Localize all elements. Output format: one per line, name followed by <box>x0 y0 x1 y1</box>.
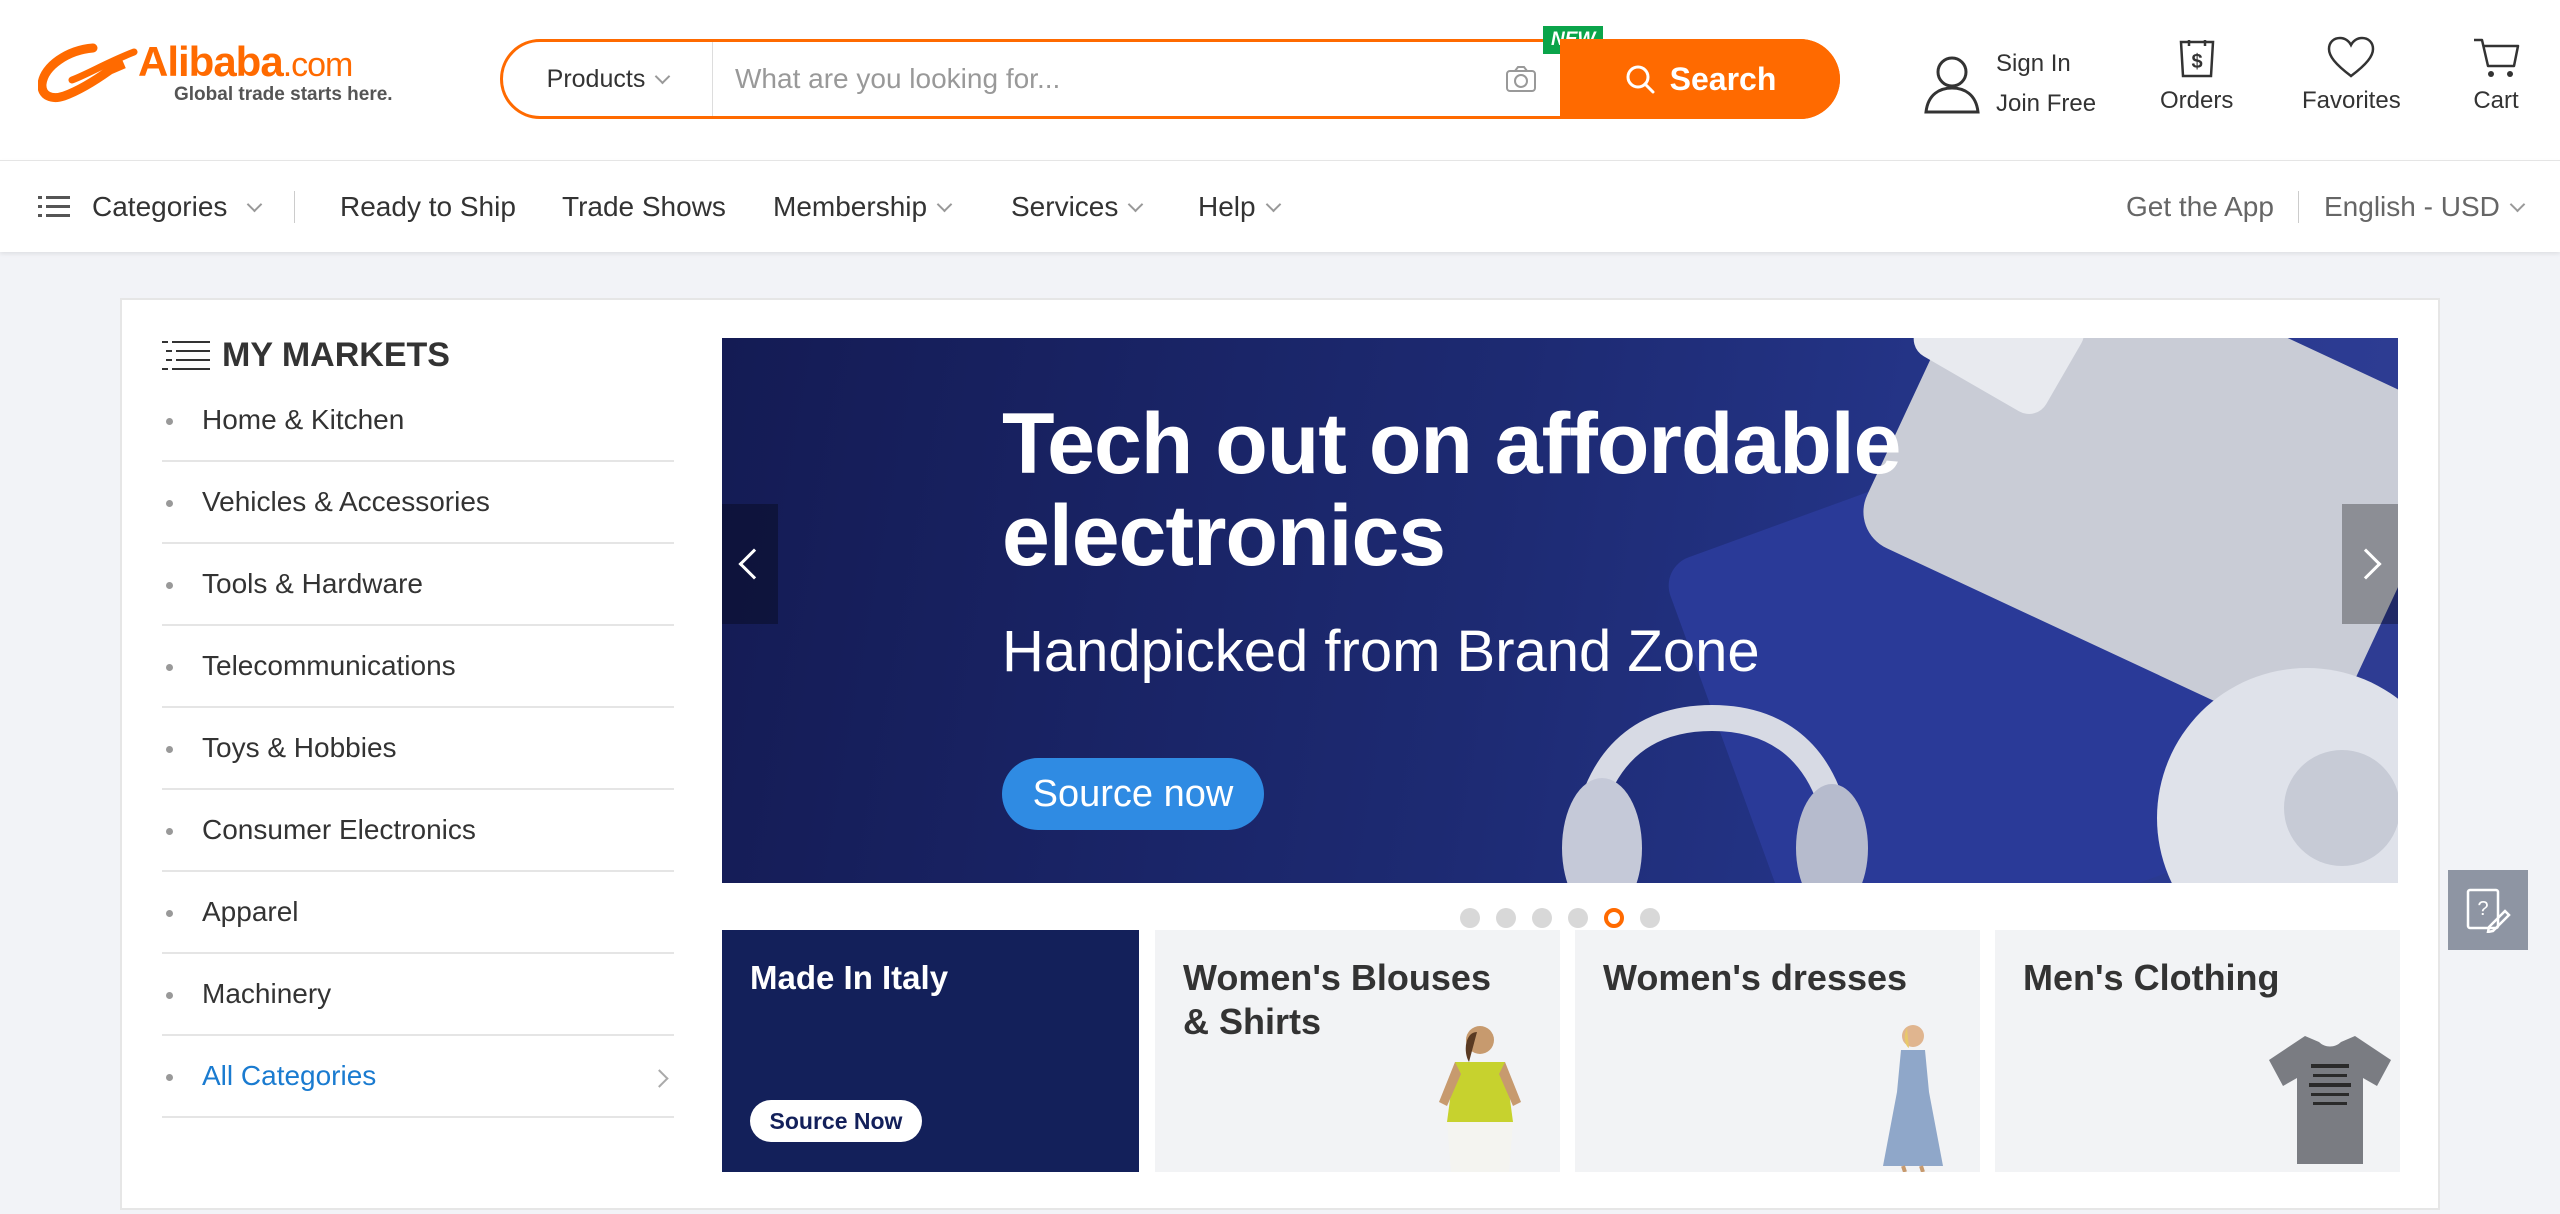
join-free-link[interactable]: Join Free <box>1996 84 2096 124</box>
alibaba-logo[interactable]: Alibaba.com Global trade starts here. <box>38 38 418 108</box>
chevron-down-icon <box>247 196 263 212</box>
market-list: Home & Kitchen Vehicles & Accessories To… <box>162 380 674 1118</box>
search-icon <box>1626 65 1655 94</box>
carousel-dot-4[interactable] <box>1568 908 1588 928</box>
cart-label: Cart <box>2473 87 2519 114</box>
favorites-label: Favorites <box>2302 87 2401 114</box>
banner-source-now-button[interactable]: Source now <box>1002 758 1264 830</box>
dress-product-image <box>1883 1025 1943 1172</box>
nav-trade-shows[interactable]: Trade Shows <box>562 191 726 223</box>
search-button[interactable]: Search <box>1560 39 1840 119</box>
carousel-pagination <box>1460 908 1660 928</box>
get-the-app-link[interactable]: Get the App <box>2126 191 2274 223</box>
tile-title: Made In Italy <box>750 959 949 996</box>
banner-title-line-2: electronics <box>1002 488 1446 584</box>
carousel-dot-5[interactable] <box>1604 908 1624 928</box>
carousel-dot-6[interactable] <box>1640 908 1660 928</box>
feedback-button[interactable]: ? <box>2448 870 2528 950</box>
market-home-kitchen[interactable]: Home & Kitchen <box>162 380 674 462</box>
logo-tagline: Global trade starts here. <box>174 84 393 105</box>
markets-card: MY MARKETS Home & Kitchen Vehicles & Acc… <box>120 298 2440 1210</box>
favorites-link[interactable]: Favorites <box>2302 36 2401 115</box>
all-categories-link[interactable]: All Categories <box>162 1036 674 1118</box>
list-icon <box>38 196 70 217</box>
chevron-down-icon <box>1128 196 1144 212</box>
nav-services[interactable]: Services <box>1011 191 1144 223</box>
carousel-dot-2[interactable] <box>1496 908 1516 928</box>
market-machinery[interactable]: Machinery <box>162 954 674 1036</box>
language-currency-selector[interactable]: English - USD <box>2324 191 2526 223</box>
heart-icon <box>2328 36 2375 78</box>
nav-membership[interactable]: Membership <box>773 191 953 223</box>
categories-label: Categories <box>92 191 228 222</box>
search-input[interactable] <box>715 42 1475 116</box>
chevron-down-icon <box>936 196 953 212</box>
cart-link[interactable]: Cart <box>2472 36 2520 115</box>
tile-title: Women's dresses <box>1603 957 1908 998</box>
blouse-product-image <box>1439 1026 1521 1172</box>
banner-subtitle: Handpicked from Brand Zone <box>1002 619 1760 684</box>
tile-mens-clothing[interactable]: Men's Clothing <box>1995 930 2400 1172</box>
search-category-label: Products <box>546 64 646 93</box>
main-nav: Categories Ready to Ship Trade Shows Mem… <box>0 160 2560 252</box>
search-button-label: Search <box>1669 60 1777 97</box>
nav-help[interactable]: Help <box>1198 191 1281 223</box>
market-consumer-electronics[interactable]: Consumer Electronics <box>162 790 674 872</box>
site-header: Alibaba.com Global trade starts here. Pr… <box>0 0 2560 160</box>
tile-source-now-button[interactable]: Source Now <box>750 1100 922 1142</box>
carousel-dot-1[interactable] <box>1460 908 1480 928</box>
alibaba-logo-icon <box>38 43 138 102</box>
orders-icon: $ <box>2179 40 2214 78</box>
camera-icon[interactable] <box>1505 64 1537 94</box>
orders-link[interactable]: $ Orders <box>2160 36 2233 115</box>
user-icon <box>1924 56 1980 114</box>
feedback-edit-icon: ? <box>2466 888 2511 933</box>
tshirt-product-image <box>2269 1036 2391 1164</box>
banner-title-line-1: Tech out on affordable <box>1002 396 1902 492</box>
chevron-left-icon <box>738 548 770 580</box>
market-apparel[interactable]: Apparel <box>162 872 674 954</box>
hero-banner[interactable]: Tech out on affordable electronics Handp… <box>722 338 2398 883</box>
list-icon <box>162 340 210 370</box>
my-markets-heading: MY MARKETS <box>162 336 450 375</box>
orders-label: Orders <box>2160 87 2234 114</box>
market-vehicles-accessories[interactable]: Vehicles & Accessories <box>162 462 674 544</box>
carousel-dot-3[interactable] <box>1532 908 1552 928</box>
tile-womens-dresses[interactable]: Women's dresses <box>1575 930 1980 1172</box>
banner-prev-button[interactable] <box>722 504 778 624</box>
chevron-right-icon <box>2350 548 2382 580</box>
nav-divider <box>294 191 295 223</box>
tile-title: Men's Clothing <box>2023 957 2280 998</box>
logo-wordmark: Alibaba <box>138 38 284 85</box>
chevron-down-icon <box>2509 196 2526 212</box>
svg-text:?: ? <box>2477 898 2488 920</box>
search-bar: Products NEW Search <box>500 26 1840 119</box>
tile-womens-blouses[interactable]: Women's Blouses & Shirts <box>1155 930 1560 1172</box>
market-tools-hardware[interactable]: Tools & Hardware <box>162 544 674 626</box>
categories-menu[interactable]: Categories <box>38 191 263 223</box>
logo-dotcom: .com <box>282 46 354 84</box>
tile-title-line-1: Women's Blouses <box>1183 957 1491 998</box>
cart-icon <box>2474 38 2520 77</box>
chevron-down-icon <box>655 68 671 84</box>
search-category-dropdown[interactable]: Products <box>503 42 713 116</box>
svg-text:$: $ <box>2191 51 2202 73</box>
nav-divider <box>2298 191 2299 223</box>
account-menu[interactable]: Sign In Join Free <box>1922 44 2096 124</box>
market-telecommunications[interactable]: Telecommunications <box>162 626 674 708</box>
tile-made-in-italy[interactable]: Made In Italy Source Now <box>722 930 1139 1172</box>
nav-ready-to-ship[interactable]: Ready to Ship <box>340 191 516 223</box>
banner-next-button[interactable] <box>2342 504 2398 624</box>
my-markets-title: MY MARKETS <box>222 336 450 374</box>
sign-in-link[interactable]: Sign In <box>1996 44 2096 84</box>
chevron-down-icon <box>1265 196 1281 212</box>
market-toys-hobbies[interactable]: Toys & Hobbies <box>162 708 674 790</box>
